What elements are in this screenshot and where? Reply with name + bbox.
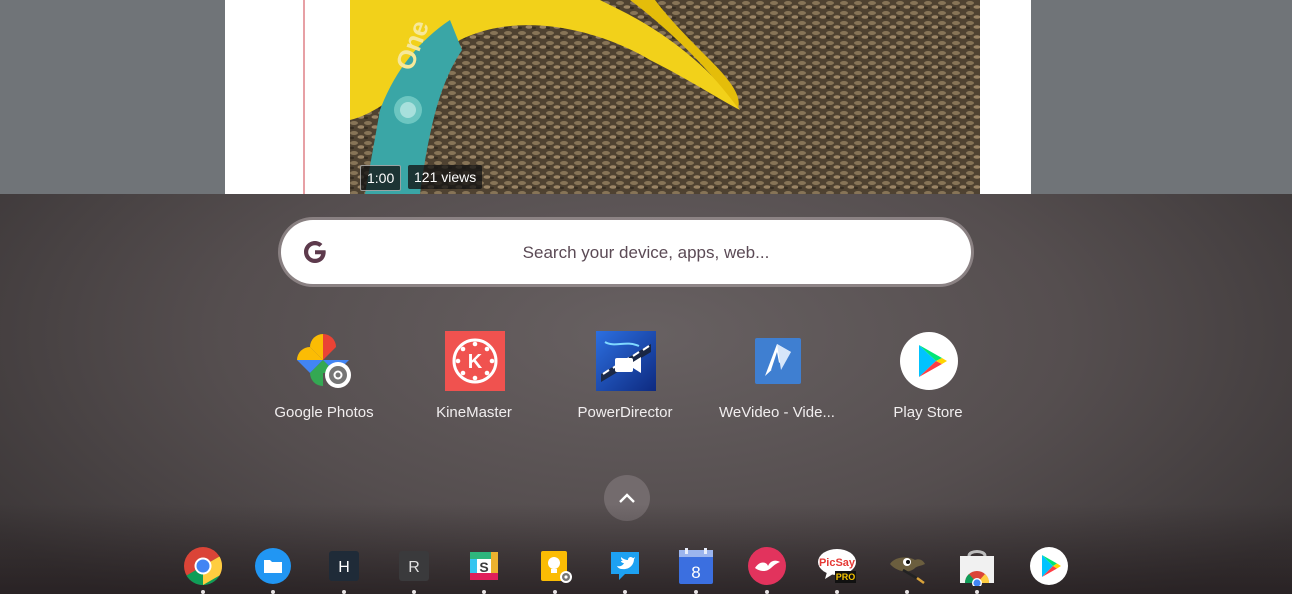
r-app-icon: R: [399, 551, 429, 581]
running-indicator: [623, 590, 627, 594]
kinemaster-icon: K: [445, 331, 505, 391]
app-label-wevideo: WeVideo - Vide...: [719, 404, 835, 421]
app-label-google-photos: Google Photos: [274, 404, 374, 421]
chevron-up-icon: [619, 493, 635, 503]
desktop-background: One 1:00 121 views: [0, 0, 1292, 194]
running-indicator: [765, 590, 769, 594]
svg-text:PRO: PRO: [836, 572, 856, 582]
shelf: H R S 8 PicSay PRO: [0, 540, 1292, 594]
app-label-play-store: Play Store: [893, 404, 963, 421]
running-indicator: [271, 590, 275, 594]
gimp-icon: [890, 557, 925, 585]
shelf-item-picsay[interactable]: PicSay PRO: [817, 546, 857, 594]
svg-text:R: R: [408, 559, 420, 576]
svg-text:H: H: [338, 559, 350, 576]
shelf-item-chrome-web-store[interactable]: [957, 546, 997, 594]
files-icon: [255, 548, 291, 584]
running-indicator: [835, 590, 839, 594]
play-store-icon: [900, 332, 958, 390]
shelf-item-twitter[interactable]: [605, 546, 645, 594]
h-app-icon: H: [329, 551, 359, 581]
app-label-kinemaster: KineMaster: [436, 404, 512, 421]
app-tile-play-store[interactable]: Play Store: [853, 330, 1003, 440]
app-tile-kinemaster[interactable]: K KineMaster: [399, 330, 549, 440]
powerdirector-icon: [596, 331, 656, 391]
running-indicator: [694, 590, 698, 594]
app-label-powerdirector: PowerDirector: [577, 404, 673, 421]
browser-window[interactable]: One 1:00 121 views: [225, 0, 1031, 194]
svg-text:PicSay: PicSay: [819, 557, 856, 569]
wevideo-icon: [755, 338, 801, 384]
picsay-pro-icon: PicSay PRO: [818, 549, 856, 583]
shelf-item-gimp[interactable]: [887, 546, 927, 594]
play-store-shelf-icon: [1030, 547, 1068, 585]
running-indicator: [905, 590, 909, 594]
shelf-item-airmail[interactable]: [747, 546, 787, 594]
airmail-icon: [748, 547, 786, 585]
calendar-icon: 8: [679, 548, 713, 584]
launcher-expand-button[interactable]: [604, 475, 650, 521]
app-tile-google-photos[interactable]: Google Photos: [249, 330, 399, 440]
video-duration-badge: 1:00: [360, 165, 402, 191]
running-indicator: [342, 590, 346, 594]
shelf-item-play-store[interactable]: [1029, 546, 1069, 586]
keep-icon: [541, 551, 572, 583]
twitter-icon: [611, 552, 639, 580]
svg-text:K: K: [468, 351, 483, 373]
launcher-search-input[interactable]: [341, 220, 951, 286]
shelf-item-calendar[interactable]: 8: [676, 546, 716, 594]
shelf-item-h-app[interactable]: H: [324, 546, 364, 594]
app-tile-wevideo[interactable]: WeVideo - Vide...: [702, 330, 852, 440]
running-indicator: [201, 590, 205, 594]
shelf-item-keep[interactable]: [535, 546, 575, 594]
slack-icon: S: [470, 552, 498, 580]
shelf-item-r-app[interactable]: R: [394, 546, 434, 594]
app-launcher: Google Photos K KineMaster: [0, 194, 1292, 594]
video-views-badge: 121 views: [408, 165, 483, 189]
running-indicator: [482, 590, 486, 594]
running-indicator: [553, 590, 557, 594]
google-g-icon: [304, 241, 326, 263]
chrome-web-store-icon: [960, 550, 994, 586]
app-tile-powerdirector[interactable]: PowerDirector: [550, 330, 700, 440]
chrome-icon: [184, 547, 223, 586]
window-accent-line: [303, 0, 305, 194]
app-suggestions: Google Photos K KineMaster PowerDirector…: [0, 330, 1292, 440]
shelf-item-files[interactable]: [253, 546, 293, 594]
video-thumbnail[interactable]: One 1:00 121 views: [350, 0, 980, 194]
svg-text:8: 8: [691, 563, 700, 582]
running-indicator: [412, 590, 416, 594]
shelf-item-slack[interactable]: S: [464, 546, 504, 594]
launcher-search-box[interactable]: [281, 220, 971, 286]
svg-text:S: S: [479, 559, 488, 575]
shelf-item-chrome[interactable]: [183, 546, 223, 594]
google-photos-icon: [297, 334, 351, 388]
running-indicator: [975, 590, 979, 594]
